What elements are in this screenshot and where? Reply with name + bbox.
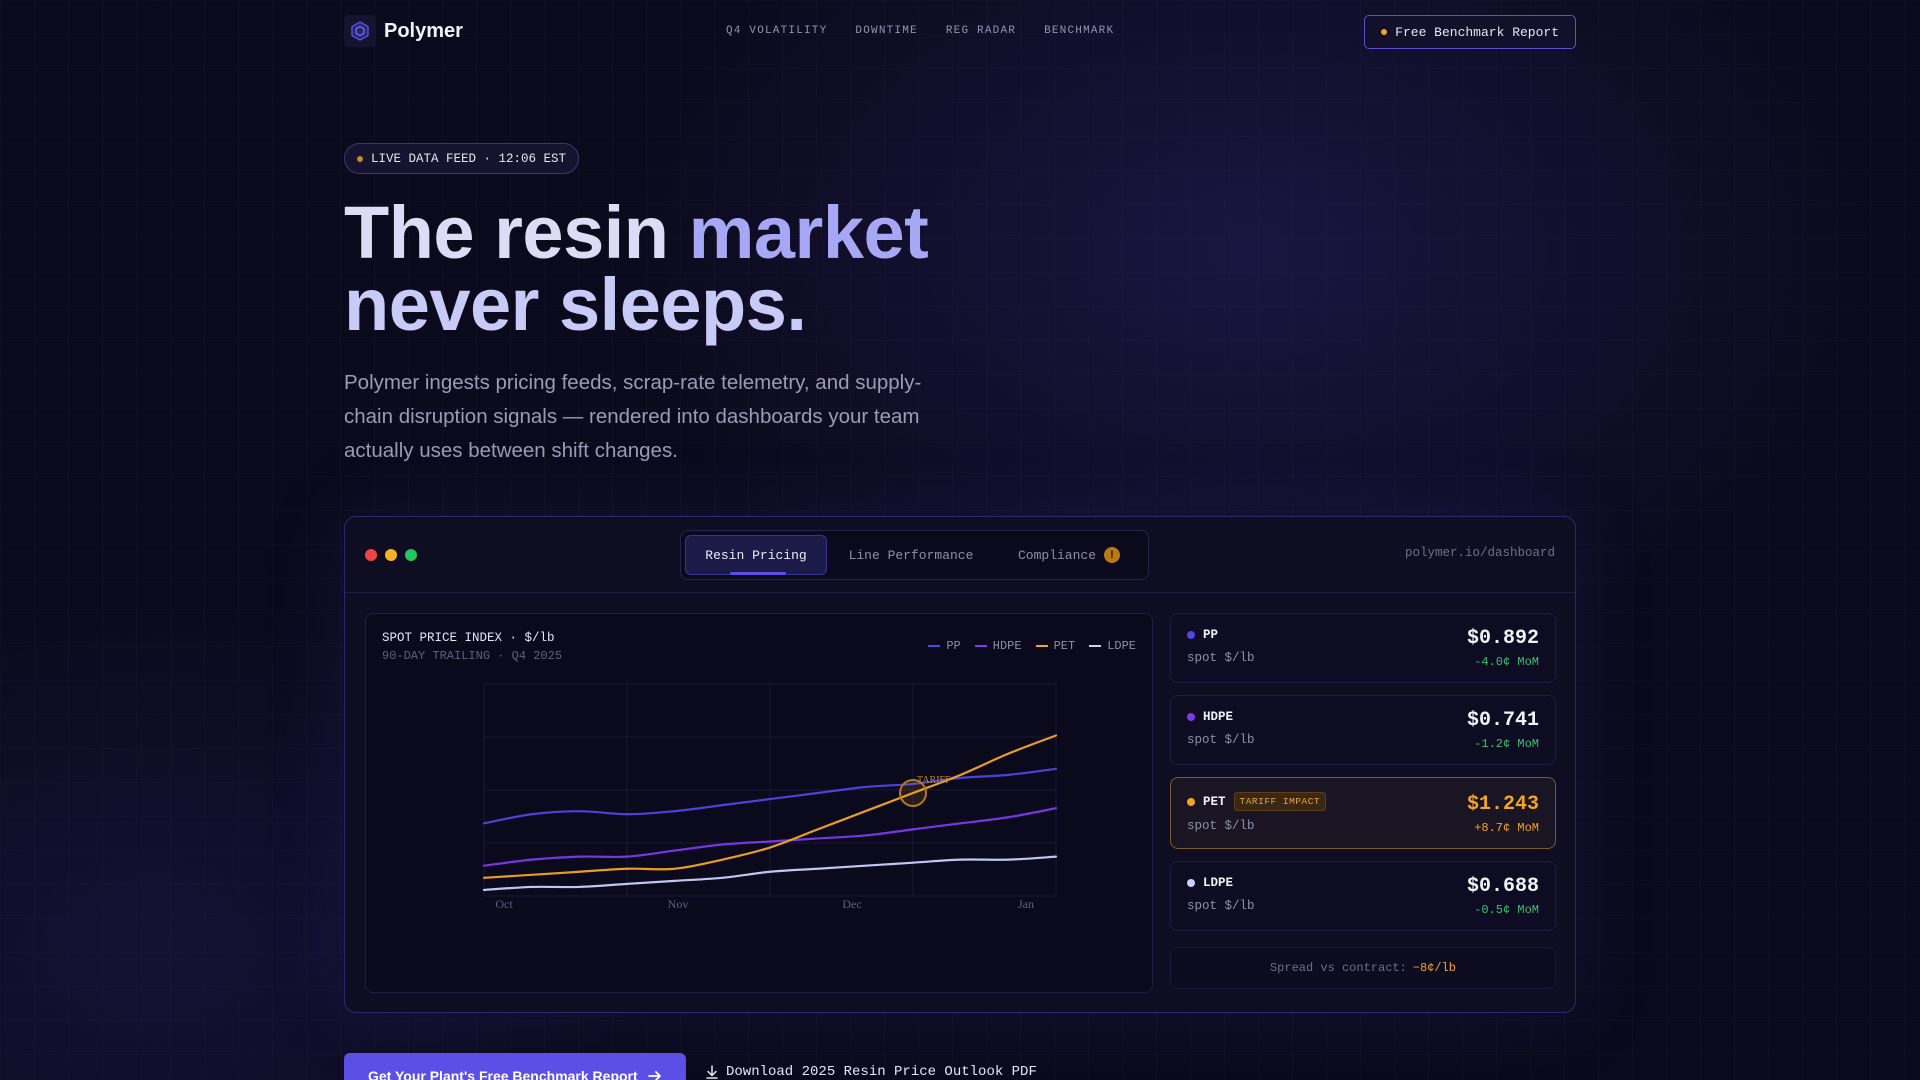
card-price: $0.741	[1466, 709, 1539, 732]
series-dot-icon	[1187, 631, 1195, 639]
chart-title: SPOT PRICE INDEX · $/lb	[382, 631, 555, 645]
hero-title: The resin market never sleeps.	[344, 196, 929, 342]
tariff-annotation-label: TARIFF	[917, 775, 951, 786]
card-name-row: PET TARIFF IMPACT	[1187, 792, 1327, 811]
legend-item-pet[interactable]: PET	[1035, 639, 1076, 653]
warning-badge-icon: !	[1104, 547, 1120, 563]
tariff-impact-tag: TARIFF IMPACT	[1233, 792, 1327, 811]
legend-item-ldpe[interactable]: LDPE	[1089, 639, 1136, 653]
card-price: $0.892	[1466, 627, 1539, 650]
spread-value: −8¢/lb	[1412, 961, 1457, 975]
download-icon	[706, 1065, 718, 1079]
hero-title-accent: market	[688, 191, 929, 274]
maximize-dot-icon[interactable]	[405, 549, 417, 561]
chart-legend: PP HDPE PET LDPE	[928, 639, 1136, 653]
price-card-pet[interactable]: PET TARIFF IMPACT spot $/lb $1.243 +8.7¢…	[1170, 777, 1556, 849]
nav-link-q4-volatility[interactable]: Q4 VOLATILITY	[726, 25, 827, 37]
nav-links: Q4 VOLATILITY DOWNTIME REG RADAR BENCHMA…	[726, 25, 1114, 37]
free-benchmark-report-button[interactable]: Free Benchmark Report	[1364, 15, 1576, 49]
live-data-badge: LIVE DATA FEED · 12:06 EST	[344, 143, 580, 174]
card-name: HDPE	[1203, 710, 1234, 724]
brand-name: Polymer	[384, 19, 463, 42]
minimize-dot-icon[interactable]	[385, 549, 397, 561]
card-name: LDPE	[1203, 876, 1234, 890]
dashboard-preview: Resin Pricing Line Performance Complianc…	[344, 516, 1576, 1013]
tab-resin-pricing[interactable]: Resin Pricing	[685, 535, 827, 575]
card-unit: spot $/lb	[1187, 733, 1255, 747]
status-dot-icon	[1381, 29, 1388, 35]
cta-primary-label: Get Your Plant's Free Benchmark Report	[368, 1068, 638, 1080]
card-change: -1.2¢ MoM	[1474, 737, 1539, 751]
series-dot-icon	[1187, 713, 1195, 721]
download-outlook-pdf-link[interactable]: Download 2025 Resin Price Outlook PDF	[706, 1064, 1037, 1080]
live-data-label: LIVE DATA FEED · 12:06 EST	[371, 151, 567, 166]
nav-cta-label: Free Benchmark Report	[1395, 24, 1559, 40]
price-card-hdpe[interactable]: HDPE spot $/lb $0.741 -1.2¢ MoM	[1170, 695, 1556, 765]
legend-swatch-icon	[928, 645, 941, 647]
card-name-row: LDPE	[1187, 876, 1233, 890]
x-tick-label: Nov	[668, 897, 689, 911]
card-price: $0.688	[1466, 875, 1539, 898]
card-name: PP	[1203, 628, 1219, 642]
hero-subtitle: Polymer ingests pricing feeds, scrap-rat…	[344, 371, 922, 462]
active-tab-indicator	[730, 572, 786, 575]
price-card-pp[interactable]: PP spot $/lb $0.892 -4.0¢ MoM	[1170, 613, 1556, 683]
legend-item-pp[interactable]: PP	[928, 639, 961, 653]
nav-link-reg-radar[interactable]: REG RADAR	[946, 25, 1016, 37]
series-dot-icon	[1187, 879, 1195, 887]
legend-swatch-icon	[1035, 645, 1048, 647]
card-name: PET	[1203, 794, 1226, 809]
spot-price-chart: TARIFF Oct Nov Dec Jan	[482, 683, 1058, 911]
hero-title-part1: The resin	[344, 191, 689, 274]
brand[interactable]: Polymer	[344, 15, 463, 47]
x-tick-label: Jan	[1018, 897, 1034, 911]
card-price: $1.243	[1466, 793, 1539, 816]
cta-secondary-label: Download 2025 Resin Price Outlook PDF	[726, 1064, 1037, 1080]
spread-label: Spread vs contract:	[1269, 961, 1407, 975]
arrow-right-icon	[647, 1071, 661, 1080]
tab-label: Resin Pricing	[705, 547, 807, 563]
legend-label: HDPE	[992, 639, 1022, 653]
window-controls	[365, 549, 417, 561]
legend-label: LDPE	[1107, 639, 1136, 653]
card-change: -0.5¢ MoM	[1474, 903, 1539, 917]
spot-price-chart-panel: SPOT PRICE INDEX · $/lb 90-DAY TRAILING …	[365, 613, 1153, 993]
hero-title-line2: never sleeps.	[344, 263, 807, 346]
price-card-ldpe[interactable]: LDPE spot $/lb $0.688 -0.5¢ MoM	[1170, 861, 1556, 931]
tab-compliance[interactable]: Compliance !	[995, 535, 1143, 575]
series-dot-icon	[1187, 797, 1195, 806]
card-unit: spot $/lb	[1187, 651, 1255, 665]
legend-item-hdpe[interactable]: HDPE	[974, 639, 1022, 653]
live-dot-icon	[357, 155, 363, 162]
dashboard-toolbar: Resin Pricing Line Performance Complianc…	[345, 517, 1575, 593]
legend-label: PET	[1053, 639, 1076, 653]
tab-line-performance[interactable]: Line Performance	[831, 535, 991, 575]
spread-vs-contract: Spread vs contract: −8¢/lb	[1170, 947, 1556, 989]
legend-swatch-icon	[974, 645, 987, 647]
nav-link-downtime[interactable]: DOWNTIME	[855, 25, 917, 37]
x-tick-label: Dec	[842, 897, 861, 911]
chart-subtitle: 90-DAY TRAILING · Q4 2025	[382, 649, 563, 663]
card-unit: spot $/lb	[1187, 819, 1255, 833]
legend-swatch-icon	[1089, 645, 1102, 647]
get-benchmark-report-button[interactable]: Get Your Plant's Free Benchmark Report	[344, 1053, 686, 1080]
dashboard-tabs: Resin Pricing Line Performance Complianc…	[680, 530, 1149, 580]
close-dot-icon[interactable]	[365, 549, 377, 561]
card-change: +8.7¢ MoM	[1474, 821, 1539, 835]
tab-label: Compliance	[1017, 547, 1096, 563]
nav-link-benchmark[interactable]: BENCHMARK	[1044, 25, 1114, 37]
x-tick-label: Oct	[495, 897, 513, 911]
card-change: -4.0¢ MoM	[1474, 655, 1539, 669]
card-name-row: HDPE	[1187, 710, 1233, 724]
dashboard-url: polymer.io/dashboard	[1404, 546, 1555, 560]
hexagon-logo-icon	[344, 15, 376, 47]
tab-label: Line Performance	[848, 547, 974, 563]
legend-label: PP	[946, 639, 961, 653]
card-name-row: PP	[1187, 628, 1218, 642]
top-nav: Polymer Q4 VOLATILITY DOWNTIME REG RADAR…	[344, 15, 1576, 49]
card-unit: spot $/lb	[1187, 899, 1255, 913]
